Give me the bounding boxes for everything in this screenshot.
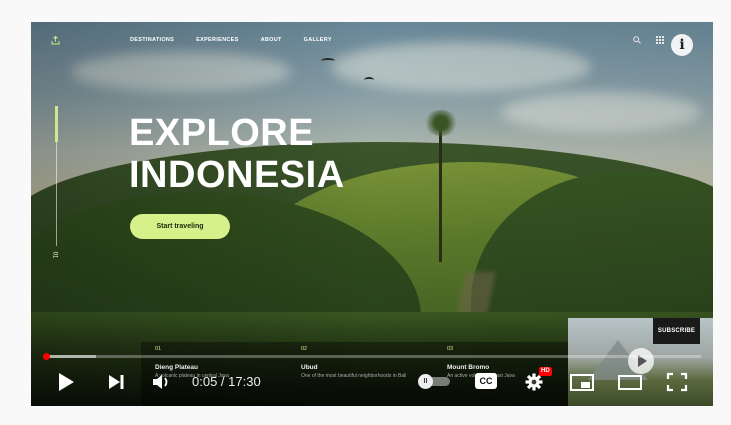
theater-mode-icon: [618, 375, 642, 390]
nav-item-about: ABOUT: [260, 37, 282, 43]
hero-title: EXPLORE INDONESIA: [129, 112, 345, 196]
play-button[interactable]: [55, 368, 77, 396]
miniplayer-icon: [570, 374, 594, 391]
time-display: 0:05 / 17:30: [192, 374, 261, 389]
card-number: 01: [155, 346, 162, 352]
nav-item-gallery: GALLERY: [303, 37, 332, 43]
next-button[interactable]: [105, 368, 127, 396]
progress-bar[interactable]: [43, 353, 701, 360]
card-number: 03: [447, 346, 454, 352]
play-icon: [59, 373, 74, 391]
theater-mode-button[interactable]: [617, 368, 643, 396]
progress-buffered: [43, 355, 96, 358]
upload-icon: [51, 35, 61, 46]
slide-rail-progress: [55, 106, 58, 142]
card-title: Ubud: [301, 364, 318, 371]
autoplay-toggle[interactable]: II: [418, 374, 450, 389]
destination-card: 02 Ubud One of the most beautiful neighb…: [301, 346, 431, 380]
subscribe-button[interactable]: SUBSCRIBE: [653, 318, 700, 344]
volume-button[interactable]: [151, 368, 173, 396]
card-number: 02: [301, 346, 308, 352]
start-traveling-button: Start traveling: [130, 214, 230, 239]
nav-item-experiences: EXPERIENCES: [196, 37, 239, 43]
fullscreen-button[interactable]: [665, 368, 689, 396]
hero-line-1: EXPLORE: [129, 112, 315, 154]
site-nav: DESTINATIONS EXPERIENCES ABOUT GALLERY: [130, 37, 354, 43]
volume-icon: [153, 375, 168, 389]
grid-icon: [656, 36, 664, 46]
next-icon: [109, 375, 124, 389]
hero-line-2: INDONESIA: [129, 154, 345, 196]
info-icon[interactable]: i: [671, 34, 693, 56]
slide-number: 01: [51, 251, 58, 259]
hd-badge: HD: [539, 367, 552, 376]
fullscreen-icon: [666, 372, 688, 392]
destination-card: 03 Mount Bromo An active volcano in East…: [447, 346, 577, 380]
card-description: An active volcano in East Java: [447, 373, 515, 379]
autoplay-knob: II: [418, 374, 433, 389]
video-player[interactable]: DESTINATIONS EXPERIENCES ABOUT GALLERY i…: [31, 22, 713, 406]
cc-icon[interactable]: CC: [475, 373, 497, 389]
card-description: One of the most beautiful neighborhoods …: [301, 373, 407, 379]
card-title: Dieng Plateau: [155, 364, 198, 371]
miniplayer-button[interactable]: [569, 368, 595, 396]
card-title: Mount Bromo: [447, 364, 490, 371]
search-icon: [633, 36, 641, 46]
nav-item-destinations: DESTINATIONS: [130, 37, 175, 43]
